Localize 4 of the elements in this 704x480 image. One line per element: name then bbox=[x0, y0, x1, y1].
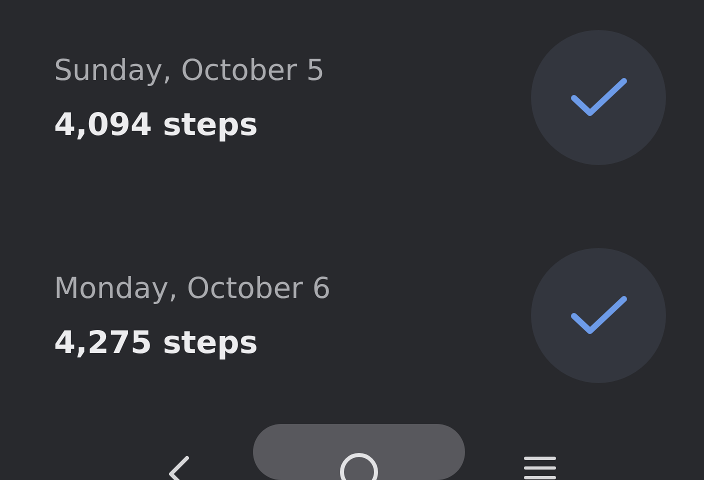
day-date: Sunday, October 5 bbox=[54, 52, 325, 86]
day-date: Monday, October 6 bbox=[54, 270, 331, 304]
step-count: 4,275 steps bbox=[54, 324, 259, 360]
step-count: 4,094 steps bbox=[54, 106, 259, 142]
